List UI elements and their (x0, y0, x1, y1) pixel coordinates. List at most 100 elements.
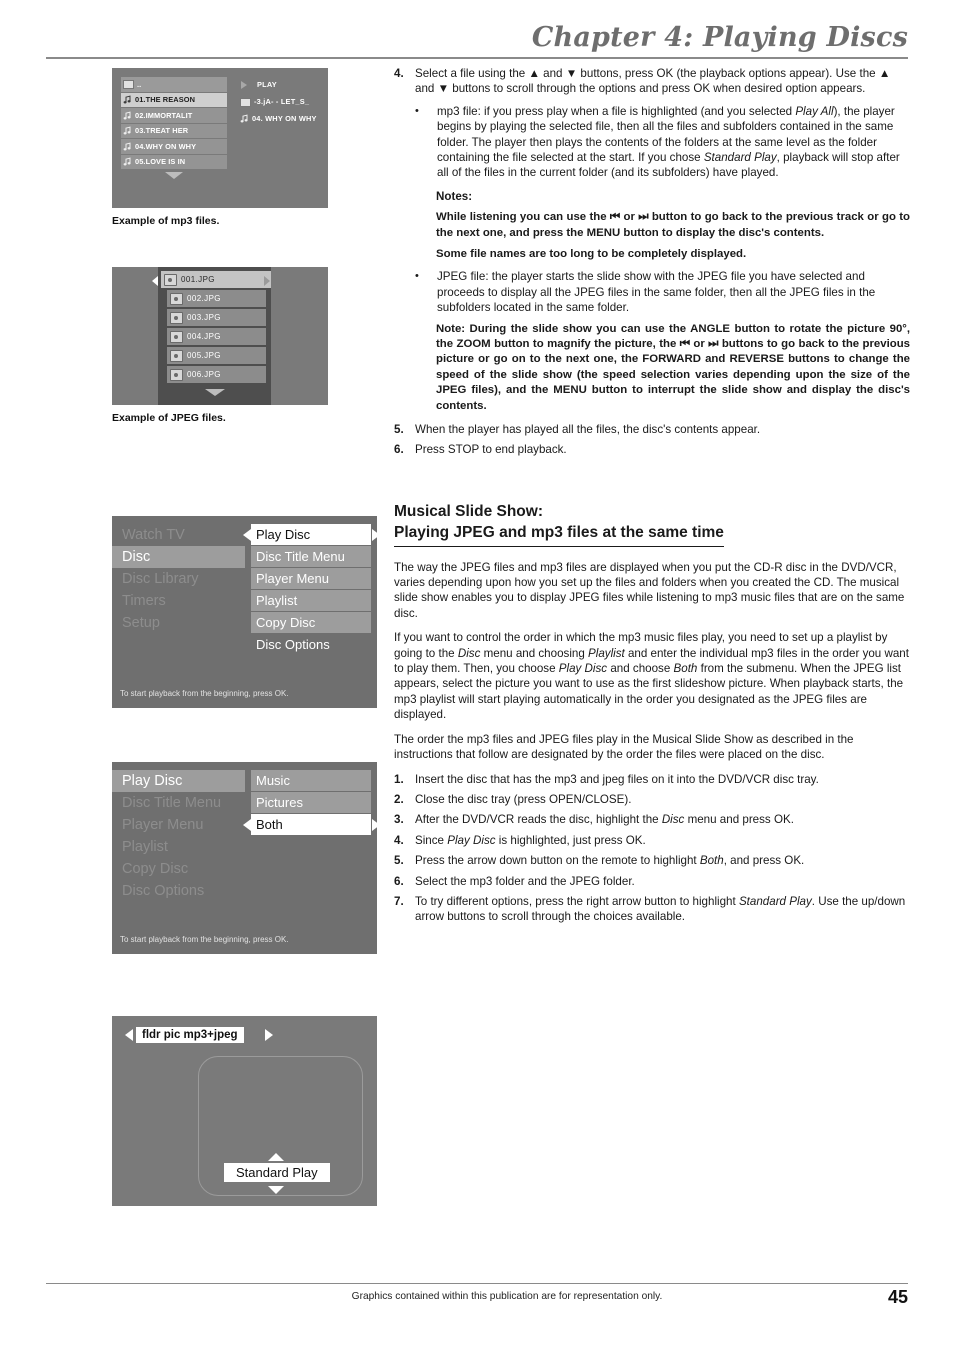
bullet-dot-icon: • (415, 104, 419, 117)
music-note-icon (123, 126, 132, 135)
menu-item-pictures[interactable]: Pictures (251, 792, 371, 813)
mp3-list-item[interactable]: 01.THE REASON (121, 92, 227, 107)
slideshow-folder-chip[interactable]: fldr pic mp3+jpeg (136, 1027, 244, 1043)
sidebar-item-label: Timers (122, 593, 166, 609)
menu-item-both[interactable]: Both (251, 814, 371, 835)
photo-icon (170, 292, 183, 305)
osd-slideshow: fldr pic mp3+jpeg Standard Play (112, 1016, 377, 1206)
mp3-current-track-label: 04. WHY ON WHY (252, 114, 317, 123)
step-text: Close the disc tray (press OPEN/CLOSE). (415, 792, 632, 806)
sidebar-item-label: Play Disc (122, 773, 183, 789)
menu-item-player-menu[interactable]: Player Menu (251, 568, 371, 589)
jpeg-list-item[interactable]: 001.JPG (161, 271, 271, 288)
menu-item-play-disc[interactable]: Play Disc (251, 524, 371, 545)
right-arrow-icon[interactable] (372, 529, 380, 541)
scroll-down-chevron-icon[interactable] (165, 172, 183, 179)
step-number: 5. (394, 854, 404, 868)
mp3-list-item[interactable]: 02.IMMORTALIT (121, 108, 227, 123)
sidebar-item-setup[interactable]: Setup (112, 612, 245, 634)
step-4-post: is highlighted, just press OK. (495, 833, 646, 847)
notes-block: Notes: While listening you can use the ⏮… (394, 189, 910, 263)
right-arrow-icon[interactable] (372, 819, 380, 831)
sidebar-item-label: Disc Title Menu (122, 795, 222, 811)
play-triangle-icon (241, 80, 253, 89)
jpeg-list-item[interactable]: 006.JPG (167, 366, 266, 383)
step-text: Press STOP to end playback. (415, 443, 567, 457)
mp3-option-label: PLAY (257, 80, 277, 89)
menu-item-label: Both (256, 817, 283, 832)
down-arrow-icon[interactable] (268, 1186, 284, 1194)
left-arrow-icon[interactable] (152, 276, 158, 286)
mp3-list-item[interactable]: 03.TREAT HER (121, 123, 227, 138)
menu-item-disc-options[interactable]: Disc Options (251, 634, 371, 655)
step-5: 5. When the player has played all the fi… (394, 422, 910, 437)
menu-item-label: Disc Title Menu (256, 549, 345, 564)
sidebar-item-playlist[interactable]: Playlist (112, 836, 245, 858)
step-number: 5. (394, 422, 404, 436)
body-text-column: 4. Select a file using the ▲ and ▼ butto… (394, 66, 910, 930)
menu-item-label: Play Disc (256, 527, 311, 542)
step-text: Select a file using the ▲ and ▼ buttons,… (415, 66, 910, 97)
sidebar-item-watch-tv[interactable]: Watch TV (112, 524, 245, 546)
play-mode-chip[interactable]: Standard Play (224, 1163, 330, 1182)
mp3-list-item[interactable]: .. (121, 77, 227, 92)
note-slide-show-controls: Note: During the slide show you can use … (436, 322, 910, 412)
step-6: 6. Press STOP to end playback. (394, 442, 910, 457)
menu-item-music[interactable]: Music (251, 770, 371, 791)
mp3-list-item[interactable]: 05.LOVE IS IN (121, 154, 227, 169)
left-arrow-icon[interactable] (243, 529, 251, 541)
sidebar-item-timers[interactable]: Timers (112, 590, 245, 612)
mp3-option-play[interactable]: PLAY (240, 77, 317, 92)
menu-item-disc-title-menu[interactable]: Disc Title Menu (251, 546, 371, 567)
header-divider (46, 57, 908, 60)
menu-item-playlist[interactable]: Playlist (251, 590, 371, 611)
sidebar-item-disc-options[interactable]: Disc Options (112, 880, 245, 902)
menu-item-copy-disc[interactable]: Copy Disc (251, 612, 371, 633)
mp3-list-item-label: 03.TREAT HER (135, 126, 189, 136)
step-text: Since Play Disc is highlighted, just pre… (415, 833, 910, 848)
right-arrow-icon[interactable] (265, 1029, 273, 1041)
section-heading-line-2: Playing JPEG and mp3 files at the same t… (394, 523, 724, 547)
bullet-text: JPEG file: the player starts the slide s… (437, 270, 876, 315)
sidebar-item-play-disc[interactable]: Play Disc (112, 770, 245, 792)
section-step-list: 1. Insert the disc that has the mp3 and … (394, 772, 910, 925)
figure-column: .. 01.THE REASON 02.IMMORTALIT 03.TREAT … (112, 68, 382, 1206)
step-4-text-c: buttons to scroll through the options an… (449, 82, 866, 96)
menu-item-label: Playlist (256, 593, 298, 608)
sidebar-item-disc[interactable]: Disc (112, 546, 245, 568)
sidebar-item-player-menu[interactable]: Player Menu (112, 814, 245, 836)
sidebar-item-copy-disc[interactable]: Copy Disc (112, 858, 245, 880)
step-4-pre: Since (415, 833, 448, 847)
jpeg-list-item[interactable]: 003.JPG (167, 309, 266, 326)
jpeg-list-item[interactable]: 002.JPG (167, 290, 266, 307)
note-previous-next-track: While listening you can use the ⏮ or ⏭ b… (436, 211, 910, 239)
jpeg-list-item[interactable]: 005.JPG (167, 347, 266, 364)
step-number: 7. (394, 894, 404, 908)
step-text: Press the arrow down button on the remot… (415, 853, 910, 868)
jpeg-list-item[interactable]: 004.JPG (167, 328, 266, 345)
page-number: 45 (887, 1287, 908, 1307)
step-text: Select the mp3 folder and the JPEG folde… (415, 874, 635, 888)
mp3-list-item-label: 05.LOVE IS IN (135, 157, 186, 167)
left-arrow-icon[interactable] (243, 819, 251, 831)
jpeg-list-item-label: 005.JPG (187, 351, 221, 360)
sidebar-item-disc-title-menu[interactable]: Disc Title Menu (112, 792, 245, 814)
para2-italic-both: Both (673, 662, 698, 676)
mp3-current-track[interactable]: 04. WHY ON WHY (240, 111, 317, 126)
para2-italic-playlist: Playlist (588, 646, 625, 660)
right-arrow-icon[interactable] (264, 276, 270, 286)
step-4-and-2: and (415, 82, 438, 96)
play-disc-options: Music Pictures Both (251, 770, 371, 836)
mp3-current-folder[interactable]: -3.jA- - LET_S_ (240, 94, 317, 109)
sidebar-item-disc-library[interactable]: Disc Library (112, 568, 245, 590)
jpeg-list-item-label: 001.JPG (181, 275, 215, 284)
jpeg-list-item-label: 002.JPG (187, 294, 221, 303)
up-arrow-icon[interactable] (268, 1153, 284, 1161)
sidebar-item-label: Setup (122, 615, 160, 631)
mp3-list-item[interactable]: 04.WHY ON WHY (121, 139, 227, 154)
left-arrow-icon[interactable] (125, 1029, 133, 1041)
step-number: 3. (394, 813, 404, 827)
osd-disc-menu: Watch TV Disc Disc Library Timers Setup … (112, 516, 380, 708)
scroll-down-chevron-icon[interactable] (158, 383, 271, 401)
mp3-right-pane: PLAY -3.jA- - LET_S_ 04. WHY ON WHY (240, 77, 317, 179)
